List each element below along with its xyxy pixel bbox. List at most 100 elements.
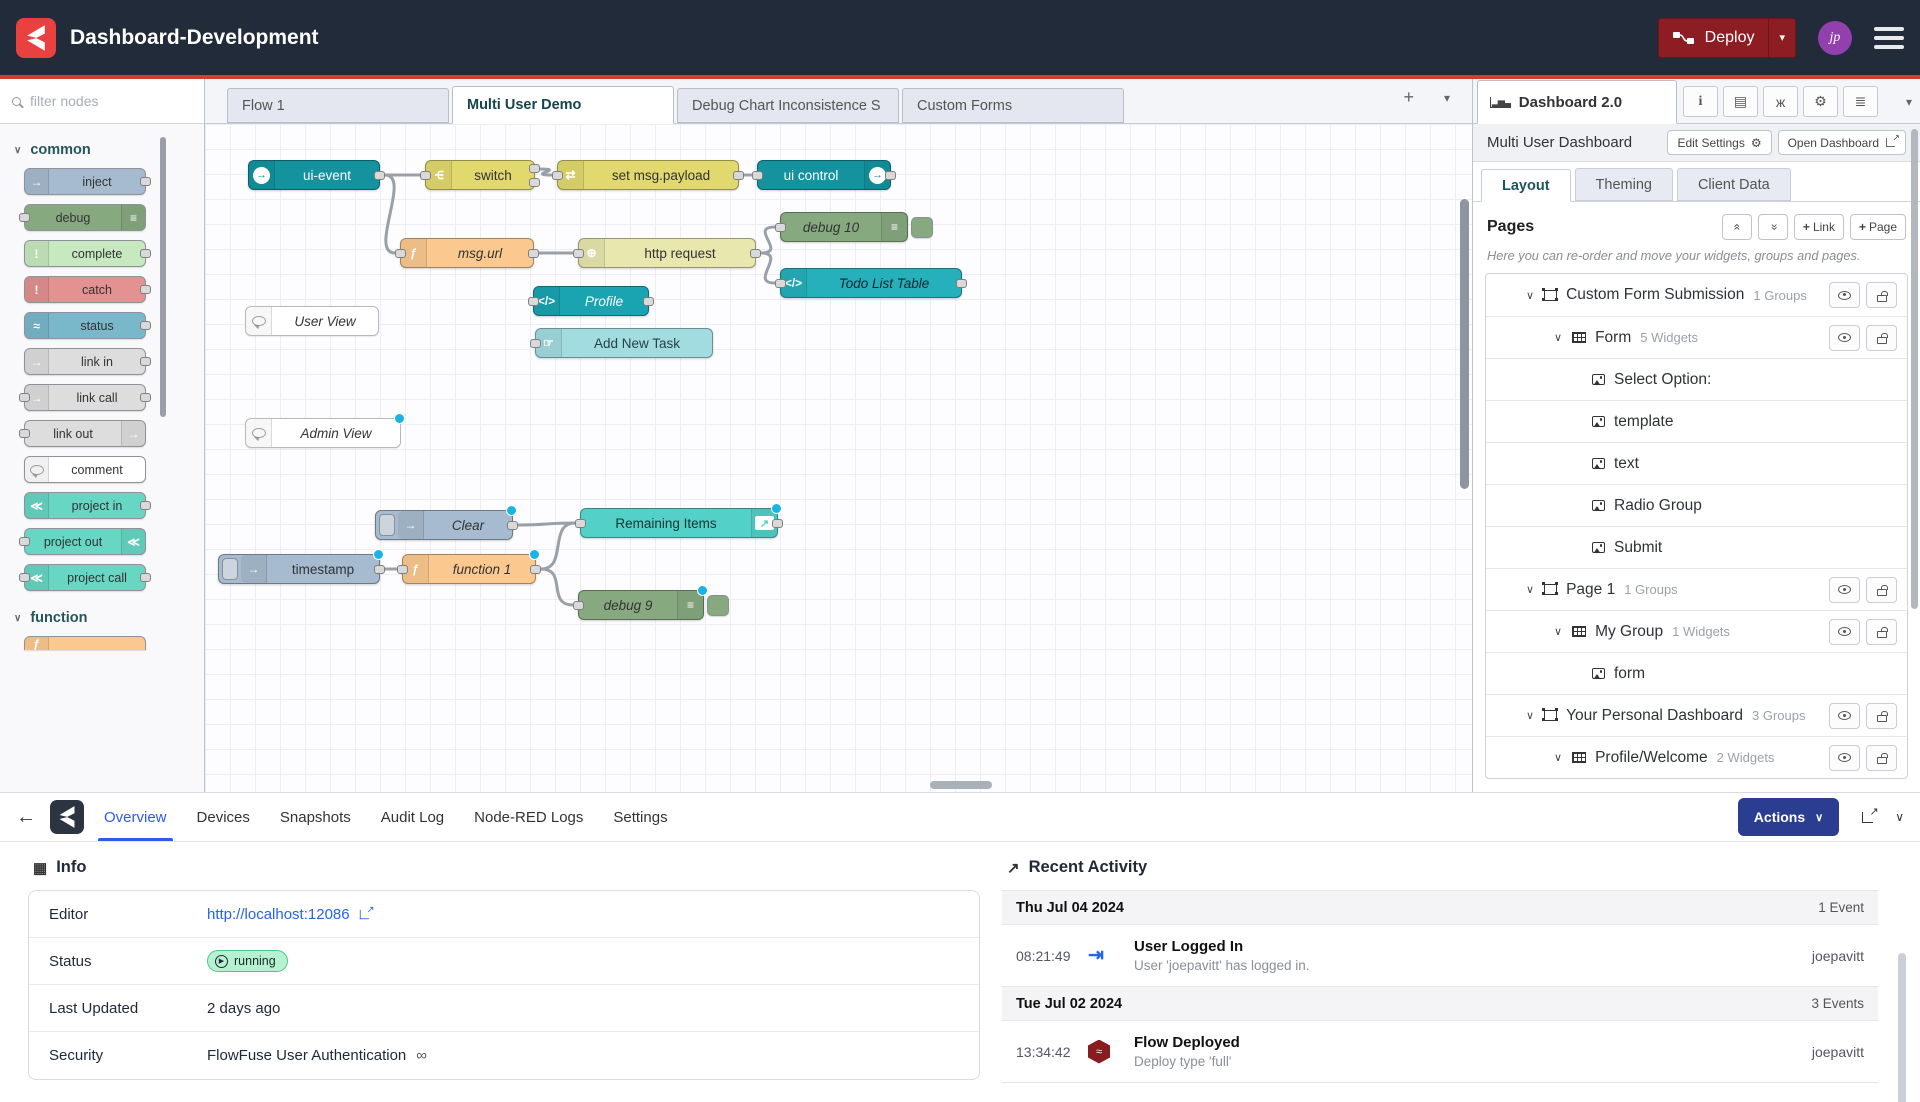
- flow-node-set-msg.payload[interactable]: ⇄set msg.payload: [557, 160, 739, 190]
- tree-row-page[interactable]: ∨Your Personal Dashboard3 Groups: [1486, 694, 1907, 736]
- palette-node-catch[interactable]: !catch: [24, 276, 146, 303]
- flow-tab-Multi-User-Demo[interactable]: Multi User Demo: [452, 86, 674, 124]
- flow-node-msg.url[interactable]: ƒmsg.url: [400, 238, 534, 268]
- flow-wire[interactable]: [761, 227, 775, 253]
- palette-node-project-out[interactable]: project out≪: [24, 528, 146, 555]
- user-avatar[interactable]: jp: [1818, 21, 1852, 55]
- open-dashboard-button[interactable]: Open Dashboard: [1778, 130, 1906, 155]
- flow-node-debug-10[interactable]: debug 10≡: [780, 212, 908, 242]
- palette-search[interactable]: [0, 79, 204, 124]
- flow-node-Profile[interactable]: </>Profile: [533, 286, 649, 316]
- visibility-toggle-button[interactable]: [1829, 282, 1860, 308]
- tab-client-data[interactable]: Client Data: [1677, 168, 1791, 201]
- sidebar-caret[interactable]: ▾: [1906, 95, 1912, 109]
- flow-wire[interactable]: [541, 523, 575, 569]
- visibility-toggle-button[interactable]: [1829, 577, 1860, 603]
- flow-tab-Flow-1[interactable]: Flow 1: [227, 88, 449, 123]
- chevron-down-icon[interactable]: ∨: [1526, 709, 1534, 722]
- palette-node-link-call[interactable]: →link call: [24, 384, 146, 411]
- chevron-down-icon[interactable]: ∨: [1526, 583, 1534, 596]
- activity-event-row[interactable]: 08:21:49⇥User Logged InUser 'joepavitt' …: [1002, 925, 1878, 987]
- activity-scrollbar[interactable]: [1898, 953, 1906, 1102]
- chevron-down-icon[interactable]: ∨: [1554, 331, 1562, 344]
- instance-tab-settings[interactable]: Settings: [613, 793, 667, 841]
- filter-nodes-input[interactable]: [30, 93, 170, 109]
- flow-node-Remaining-Items[interactable]: Remaining Items↗: [580, 508, 778, 538]
- palette-section-function[interactable]: ∨ function: [0, 600, 204, 636]
- lock-toggle-button[interactable]: [1866, 282, 1897, 308]
- flow-node-Clear[interactable]: →Clear: [375, 510, 513, 540]
- flow-node-Todo-List-Table[interactable]: </>Todo List Table: [780, 268, 962, 298]
- visibility-toggle-button[interactable]: [1829, 745, 1860, 771]
- add-link-button[interactable]: +Link: [1794, 214, 1844, 240]
- inject-button[interactable]: [222, 558, 238, 580]
- visibility-toggle-button[interactable]: [1829, 703, 1860, 729]
- tree-row-widget[interactable]: form: [1486, 652, 1907, 694]
- flow-node-http-request[interactable]: ⊕http request: [578, 238, 756, 268]
- palette-node-link-out[interactable]: link out→: [24, 420, 146, 447]
- lock-toggle-button[interactable]: [1866, 577, 1897, 603]
- flow-canvas[interactable]: →ui-event Ψswitch ⇄set msg.payload ui contr…: [205, 124, 1472, 792]
- actions-button[interactable]: Actions ∨: [1738, 798, 1839, 836]
- flow-node-ui-control[interactable]: ui control→: [757, 160, 891, 190]
- chevron-down-icon[interactable]: ∨: [1526, 289, 1534, 302]
- open-editor-icon-button[interactable]: [1857, 807, 1877, 827]
- flow-wire[interactable]: [385, 175, 395, 253]
- debug-toggle-button[interactable]: [707, 595, 729, 616]
- instance-tab-audit-log[interactable]: Audit Log: [381, 793, 444, 841]
- flow-node-timestamp[interactable]: →timestamp: [218, 554, 380, 584]
- tree-row-widget[interactable]: Submit: [1486, 526, 1907, 568]
- lock-toggle-button[interactable]: [1866, 325, 1897, 351]
- instance-tab-node-red-logs[interactable]: Node-RED Logs: [474, 793, 583, 841]
- main-menu-button[interactable]: [1874, 27, 1904, 49]
- tree-row-widget[interactable]: template: [1486, 400, 1907, 442]
- debug-toggle-button[interactable]: [911, 217, 933, 238]
- docs-button[interactable]: ▤: [1723, 86, 1758, 117]
- instance-tab-overview[interactable]: Overview: [104, 793, 167, 841]
- canvas-horizontal-scrollbar[interactable]: [930, 781, 992, 789]
- palette-node-debug[interactable]: debug≡: [24, 204, 146, 231]
- palette-node-inject[interactable]: →inject: [24, 168, 146, 195]
- add-flow-button[interactable]: +: [1403, 87, 1414, 108]
- palette-section-common[interactable]: ∨ common: [0, 132, 204, 168]
- tree-row-page[interactable]: ∨Custom Form Submission1 Groups: [1486, 274, 1907, 316]
- layers-button[interactable]: ≣: [1843, 86, 1878, 117]
- flow-node-ui-event[interactable]: →ui-event: [248, 160, 380, 190]
- flow-node-debug-9[interactable]: debug 9≡: [578, 590, 704, 620]
- visibility-toggle-button[interactable]: [1829, 619, 1860, 645]
- flow-tab-Custom-Forms[interactable]: Custom Forms: [902, 88, 1124, 123]
- flow-node-User-View[interactable]: User View: [245, 306, 379, 336]
- flow-tab-Debug-Chart-Inconsistence-S[interactable]: Debug Chart Inconsistence S: [677, 88, 899, 123]
- move-down-button[interactable]: «: [1758, 214, 1788, 240]
- tree-row-group[interactable]: ∨My Group1 Widgets: [1486, 610, 1907, 652]
- tree-row-group[interactable]: ∨Form5 Widgets: [1486, 316, 1907, 358]
- sidebar-scrollbar[interactable]: [1911, 129, 1918, 609]
- info-button[interactable]: i: [1683, 86, 1718, 117]
- deploy-button-main[interactable]: Deploy: [1659, 29, 1769, 47]
- palette-node-link-in[interactable]: →link in: [24, 348, 146, 375]
- tree-row-widget[interactable]: text: [1486, 442, 1907, 484]
- tree-row-widget[interactable]: Select Option:: [1486, 358, 1907, 400]
- debug-button[interactable]: ж: [1763, 86, 1798, 117]
- deploy-options-caret[interactable]: ▾: [1768, 19, 1795, 57]
- tree-row-group[interactable]: ∨Profile/Welcome2 Widgets: [1486, 736, 1907, 778]
- edit-settings-button[interactable]: Edit Settings ⚙: [1667, 130, 1771, 155]
- chevron-down-icon[interactable]: ∨: [1554, 625, 1562, 638]
- palette-node-comment[interactable]: comment: [24, 456, 146, 483]
- back-button[interactable]: ←: [16, 806, 36, 829]
- editor-link[interactable]: http://localhost:12086: [207, 906, 370, 923]
- tab-theming[interactable]: Theming: [1575, 168, 1673, 201]
- lock-toggle-button[interactable]: [1866, 619, 1897, 645]
- flow-wire[interactable]: [761, 253, 775, 283]
- palette-node-function[interactable]: ƒ: [24, 636, 146, 650]
- flow-list-caret[interactable]: ▾: [1444, 91, 1450, 105]
- flow-node-switch[interactable]: Ψswitch: [425, 160, 535, 190]
- chevron-down-icon[interactable]: ∨: [1554, 751, 1562, 764]
- add-page-button[interactable]: +Page: [1850, 214, 1906, 240]
- inject-button[interactable]: [379, 514, 395, 536]
- flow-wire[interactable]: [540, 169, 552, 175]
- palette-node-project-in[interactable]: ≪project in: [24, 492, 146, 519]
- palette-scrollbar[interactable]: [160, 137, 166, 417]
- lock-toggle-button[interactable]: [1866, 703, 1897, 729]
- tab-layout[interactable]: Layout: [1481, 169, 1571, 202]
